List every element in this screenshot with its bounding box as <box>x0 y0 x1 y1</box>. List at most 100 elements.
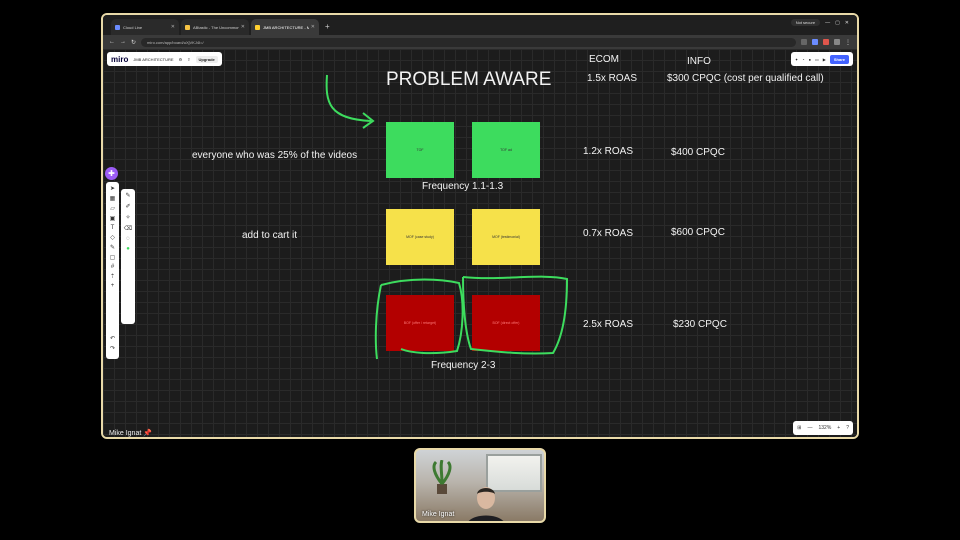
browser-tab-bar: Cloud Line ✕ ABtastic - The Uncommon Adv… <box>103 15 857 35</box>
menu-icon[interactable]: ⋮ <box>845 39 851 46</box>
more-tools-icon[interactable]: + <box>111 283 115 289</box>
back-icon[interactable]: ← <box>109 39 115 45</box>
settings-icon[interactable]: ⚙ <box>179 57 183 62</box>
profile-icon[interactable] <box>834 39 840 45</box>
address-bar: ← → ↻ miro.com/app/board/uXjVKJ4I=/ ⋮ <box>103 35 857 49</box>
left-toolbar: ➤ ▦ ▱ ▣ T ◇ ✎ ▢ # ⇡ + <box>106 182 119 355</box>
miro-board-header: miro JMB ARCHITECTURE ⚙ ⇪ Upgrade <box>107 52 222 66</box>
column-header-info: INFO <box>687 56 711 67</box>
highlight-drawing[interactable] <box>371 273 571 363</box>
tab-favicon-icon <box>255 24 260 30</box>
board-title: PROBLEM AWARE <box>386 69 552 90</box>
help-icon[interactable]: ? <box>846 425 849 431</box>
window-actions: Not secure — ▢ ✕ <box>790 19 849 26</box>
miro-collab-toolbar: ✦ ◔ ● ▭ ▶ Share <box>790 52 853 66</box>
browser-tab[interactable]: ABtastic - The Uncommon Adve... ✕ <box>181 19 249 35</box>
reactions-icon[interactable]: ✦ <box>795 57 798 62</box>
add-app-icon[interactable]: ✚ <box>105 167 118 180</box>
lasso-icon[interactable]: ◌ <box>126 236 130 242</box>
tab-favicon-icon <box>185 24 190 30</box>
color-swatch-icon[interactable]: ● <box>126 246 130 252</box>
share-label: Share <box>833 56 845 62</box>
row4-info: $230 CPQC <box>673 319 727 330</box>
upgrade-button[interactable]: Upgrade <box>195 55 218 63</box>
board-name[interactable]: JMB ARCHITECTURE <box>133 57 173 62</box>
reload-icon[interactable]: ↻ <box>131 39 136 46</box>
maximize-icon[interactable]: ▢ <box>835 20 840 26</box>
fit-icon[interactable]: ⊞ <box>797 425 801 431</box>
row4-ecom: 2.5x ROAS <box>583 319 634 330</box>
undo-icon[interactable]: ↶ <box>110 335 115 342</box>
browser-tab-active[interactable]: JMB ARCHITECTURE - Miro ✕ <box>251 19 319 35</box>
text-icon[interactable]: T <box>111 225 115 231</box>
export-icon[interactable]: ⇪ <box>187 57 190 62</box>
sticky-note[interactable]: MOF (testimonial) <box>472 209 540 265</box>
tab-label: ABtastic - The Uncommon Adve... <box>193 24 239 30</box>
not-secure-badge[interactable]: Not secure <box>790 19 821 26</box>
close-icon[interactable]: ✕ <box>241 24 245 30</box>
person-image <box>468 487 504 521</box>
templates-icon[interactable]: ▦ <box>110 195 116 202</box>
participant-video-tile[interactable]: Mike Ignat <box>414 448 546 523</box>
shapes-icon[interactable]: ◇ <box>110 234 115 241</box>
smart-draw-icon[interactable]: ✧ <box>125 214 130 221</box>
extension-icon[interactable] <box>812 39 818 45</box>
pen-icon[interactable]: ✎ <box>110 244 115 251</box>
shared-screen: Cloud Line ✕ ABtastic - The Uncommon Adv… <box>101 13 859 439</box>
zoom-level[interactable]: 132% <box>819 425 832 431</box>
close-icon[interactable]: ✕ <box>311 24 315 30</box>
row2-ecom: 1.2x ROAS <box>583 146 634 157</box>
frequency-label: Frequency 2-3 <box>431 360 496 371</box>
video-icon[interactable]: ▭ <box>815 57 819 62</box>
extension-icon[interactable] <box>801 39 807 45</box>
sticky-note[interactable]: TOF ad <box>472 122 540 178</box>
close-icon[interactable]: ✕ <box>171 24 175 30</box>
share-button[interactable]: Share <box>829 54 849 64</box>
select-icon[interactable]: ➤ <box>110 185 115 192</box>
column-header-ecom: ECOM <box>589 54 619 65</box>
url-text: miro.com/app/board/uXjVKJ4I=/ <box>147 39 204 45</box>
plant-image <box>432 460 452 494</box>
sticky-note[interactable]: TOF <box>386 122 454 178</box>
frame-tool-icon[interactable]: # <box>111 264 114 270</box>
row1-ecom: 1.5x ROAS <box>587 73 638 84</box>
zoom-controls: ⊞ — 132% + ? <box>793 421 853 435</box>
pen-subtoolbar: ✎ ✐ ✧ ⌫ ◌ ● <box>121 189 135 324</box>
upload-icon[interactable]: ⇡ <box>110 273 115 280</box>
comment-icon[interactable]: ▢ <box>110 254 116 261</box>
avatar[interactable]: ● <box>809 57 811 62</box>
frequency-label: Frequency 1.1-1.3 <box>422 181 504 192</box>
browser-tab[interactable]: Cloud Line ✕ <box>111 19 179 35</box>
row3-ecom: 0.7x ROAS <box>583 228 634 239</box>
frame-icon[interactable]: ▣ <box>110 215 116 222</box>
note-text: everyone who was 25% of the videos <box>192 150 358 161</box>
miro-board-canvas[interactable]: miro JMB ARCHITECTURE ⚙ ⇪ Upgrade ✦ ◔ ● … <box>103 49 857 437</box>
sticky-note[interactable]: MOF (case study) <box>386 209 454 265</box>
sticky-note-icon[interactable]: ▱ <box>110 205 115 212</box>
row1-info: $300 CPQC (cost per qualified call) <box>667 73 824 84</box>
minimize-icon[interactable]: — <box>825 20 830 26</box>
close-window-icon[interactable]: ✕ <box>845 20 849 26</box>
row3-info: $600 CPQC <box>671 227 725 238</box>
highlighter-icon[interactable]: ✐ <box>125 203 130 210</box>
arrow-drawing[interactable] <box>319 73 383 137</box>
tab-favicon-icon <box>115 24 120 30</box>
undo-redo-toolbar: ↶ ↷ <box>106 333 119 359</box>
tab-label: JMB ARCHITECTURE - Miro <box>263 24 309 30</box>
new-tab-button[interactable]: + <box>325 19 330 35</box>
forward-icon[interactable]: → <box>120 39 126 45</box>
zoom-out-button[interactable]: — <box>808 425 813 431</box>
redo-icon[interactable]: ↷ <box>110 345 115 352</box>
eraser-icon[interactable]: ⌫ <box>124 225 132 232</box>
pin-icon: 📌 <box>143 430 152 437</box>
timer-icon[interactable]: ◔ <box>802 57 804 62</box>
row2-info: $400 CPQC <box>671 147 725 158</box>
note-text: add to cart it <box>242 230 298 241</box>
present-icon[interactable]: ▶ <box>823 57 826 62</box>
url-field[interactable]: miro.com/app/board/uXjVKJ4I=/ <box>141 37 796 47</box>
zoom-in-button[interactable]: + <box>837 425 840 431</box>
pen-icon[interactable]: ✎ <box>125 192 130 199</box>
presenter-tag: Mike Ignat 📌 <box>109 429 152 437</box>
extension-icon[interactable] <box>823 39 829 45</box>
miro-logo[interactable]: miro <box>111 55 128 64</box>
